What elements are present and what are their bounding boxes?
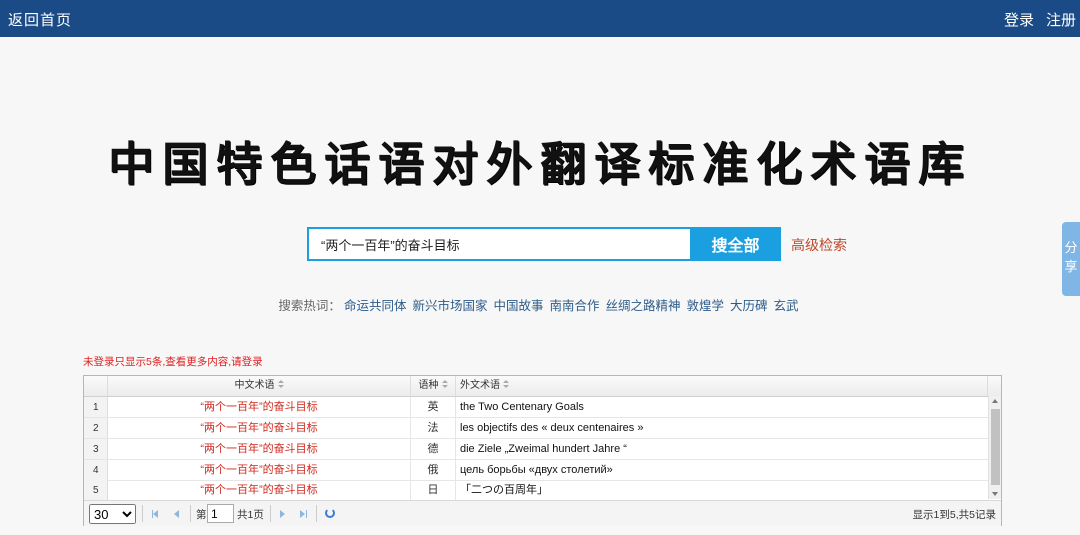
current-page-input[interactable] (207, 504, 234, 523)
foreign-term-cell: 「二つの百周年」 (456, 480, 988, 501)
previous-page-icon[interactable] (171, 508, 183, 520)
hot-keyword[interactable]: 命运共同体 (344, 299, 407, 313)
hot-keyword[interactable]: 大历碑 (730, 299, 768, 313)
hot-keyword[interactable]: 中国故事 (493, 299, 543, 313)
login-link[interactable]: 登录 (1004, 9, 1034, 30)
language-cell: 俄 (411, 460, 456, 481)
total-pages-label: 共1页 (237, 509, 264, 521)
pager-divider (270, 505, 271, 522)
record-count-info: 显示1到5,共5记录 (912, 509, 996, 521)
hot-keyword[interactable]: 新兴市场国家 (412, 299, 487, 313)
header-chinese-term[interactable]: 中文术语 (108, 376, 411, 396)
last-page-icon[interactable] (297, 508, 309, 520)
share-label-char: 享 (1064, 259, 1078, 274)
grid-header: 中文术语 语种 外文术语 (84, 376, 1001, 397)
sort-icon (503, 380, 509, 389)
pagination-bar: 10203050 第 共1页 显示1到5,共5记录 (84, 500, 1001, 526)
chinese-term-cell[interactable]: “两个一百年”的奋斗目标 (108, 480, 411, 501)
pager-divider (316, 505, 317, 522)
header-foreign-term-label: 外文术语 (460, 380, 500, 391)
header-language[interactable]: 语种 (411, 376, 456, 396)
sort-icon (277, 380, 284, 389)
hot-search-bar: 搜索热词： 命运共同体 新兴市场国家 中国故事 南南合作 丝绸之路精神 敦煌学 大历碑 玄武 (0, 295, 1080, 314)
page-prefix-label: 第 (196, 509, 207, 521)
table-row[interactable]: 3 “两个一百年”的奋斗目标 德 die Ziele „Zweimal hund… (84, 439, 988, 460)
row-number: 5 (84, 480, 108, 501)
login-notice: 未登录只显示5条,查看更多内容,请登录 (83, 356, 263, 368)
scrollbar-thumb[interactable] (991, 409, 1000, 485)
hot-search-label: 搜索热词： (278, 299, 341, 313)
pager-divider (142, 505, 143, 522)
header-language-label: 语种 (418, 380, 439, 391)
refresh-icon[interactable] (325, 508, 335, 518)
back-home-link[interactable]: 返回首页 (8, 9, 72, 30)
table-row[interactable]: 1 “两个一百年”的奋斗目标 英 the Two Centenary Goals (84, 397, 988, 418)
foreign-term-cell: цель борьбы «двух столетий» (456, 460, 988, 481)
language-cell: 德 (411, 439, 456, 460)
chinese-term-cell[interactable]: “两个一百年”的奋斗目标 (108, 439, 411, 460)
foreign-term-cell: the Two Centenary Goals (456, 397, 988, 418)
pager-divider (190, 505, 191, 522)
top-nav-bar: 返回首页 登录 注册 (0, 0, 1080, 37)
share-button[interactable]: 分 享 (1062, 222, 1080, 296)
site-title: 中国特色话语对外翻译标准化术语库 (108, 137, 972, 191)
scroll-up-icon[interactable] (992, 399, 998, 403)
search-input[interactable] (307, 227, 690, 261)
scroll-down-icon[interactable] (992, 492, 998, 496)
foreign-term-cell: die Ziele „Zweimal hundert Jahre “ (456, 439, 988, 460)
table-row[interactable]: 5 “两个一百年”的奋斗目标 日 「二つの百周年」 (84, 480, 988, 501)
row-number: 2 (84, 418, 108, 439)
next-page-icon[interactable] (276, 508, 288, 520)
register-link[interactable]: 注册 (1046, 9, 1076, 30)
hot-keyword[interactable]: 玄武 (774, 299, 799, 313)
chinese-term-cell[interactable]: “两个一百年”的奋斗目标 (108, 397, 411, 418)
header-chinese-term-label: 中文术语 (234, 380, 275, 391)
hot-keyword[interactable]: 丝绸之路精神 (606, 299, 681, 313)
first-page-icon[interactable] (150, 508, 162, 520)
hot-keyword[interactable]: 敦煌学 (687, 299, 725, 313)
sort-icon (441, 380, 448, 389)
row-number: 3 (84, 439, 108, 460)
language-cell: 英 (411, 397, 456, 418)
header-foreign-term[interactable]: 外文术语 (456, 376, 988, 396)
foreign-term-cell: les objectifs des « deux centenaires » (456, 418, 988, 439)
row-number: 4 (84, 460, 108, 481)
search-all-button[interactable]: 搜全部 (690, 227, 781, 261)
grid-scrollbar[interactable] (988, 396, 1001, 499)
results-grid: 中文术语 语种 外文术语 1 “两个一百年”的奋斗目标 英 the Two Ce… (83, 375, 1002, 526)
page-size-select[interactable]: 10203050 (89, 504, 136, 524)
language-cell: 日 (411, 480, 456, 501)
table-row[interactable]: 2 “两个一百年”的奋斗目标 法 les objectifs des « deu… (84, 418, 988, 439)
header-rownum (84, 376, 108, 396)
language-cell: 法 (411, 418, 456, 439)
hot-keyword[interactable]: 南南合作 (549, 299, 599, 313)
share-label-char: 分 (1064, 240, 1078, 255)
row-number: 1 (84, 397, 108, 418)
table-row[interactable]: 4 “两个一百年”的奋斗目标 俄 цель борьбы «двух столе… (84, 460, 988, 481)
chinese-term-cell[interactable]: “两个一百年”的奋斗目标 (108, 460, 411, 481)
chinese-term-cell[interactable]: “两个一百年”的奋斗目标 (108, 418, 411, 439)
advanced-search-link[interactable]: 高级检索 (791, 235, 847, 255)
